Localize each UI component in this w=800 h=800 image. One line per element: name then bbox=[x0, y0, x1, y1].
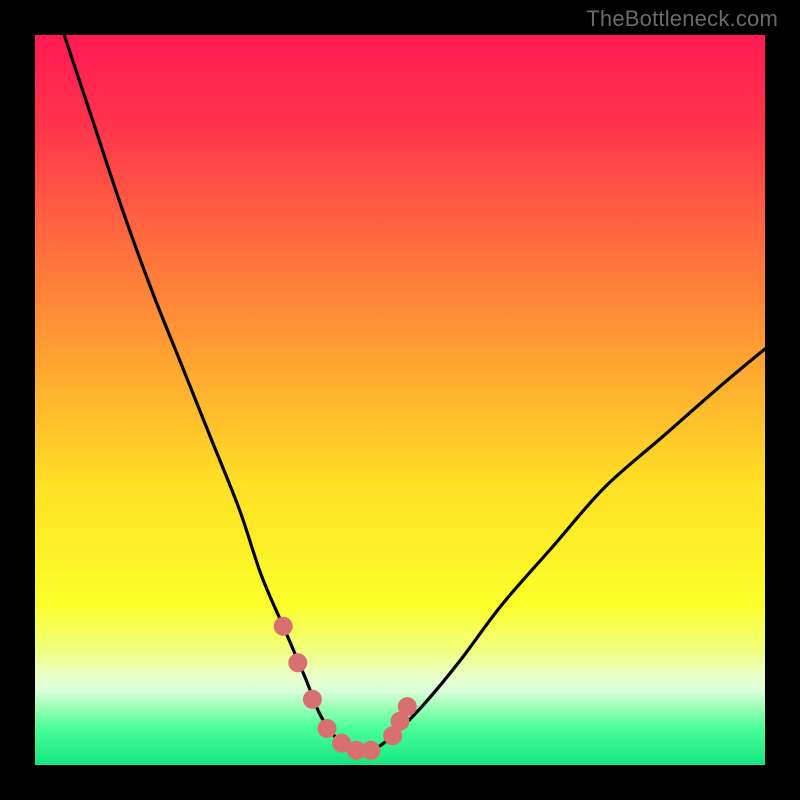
highlight-marker bbox=[303, 690, 322, 709]
highlight-marker bbox=[318, 719, 337, 738]
chart-frame: TheBottleneck.com bbox=[0, 0, 800, 800]
plot-area bbox=[35, 35, 765, 765]
highlight-marker bbox=[398, 697, 417, 716]
bottleneck-curve bbox=[64, 35, 765, 752]
highlight-marker bbox=[288, 653, 307, 672]
chart-svg bbox=[35, 35, 765, 765]
highlight-marker bbox=[361, 741, 380, 760]
highlight-marker bbox=[274, 617, 293, 636]
watermark-text: TheBottleneck.com bbox=[586, 6, 778, 32]
highlight-markers bbox=[274, 617, 417, 760]
